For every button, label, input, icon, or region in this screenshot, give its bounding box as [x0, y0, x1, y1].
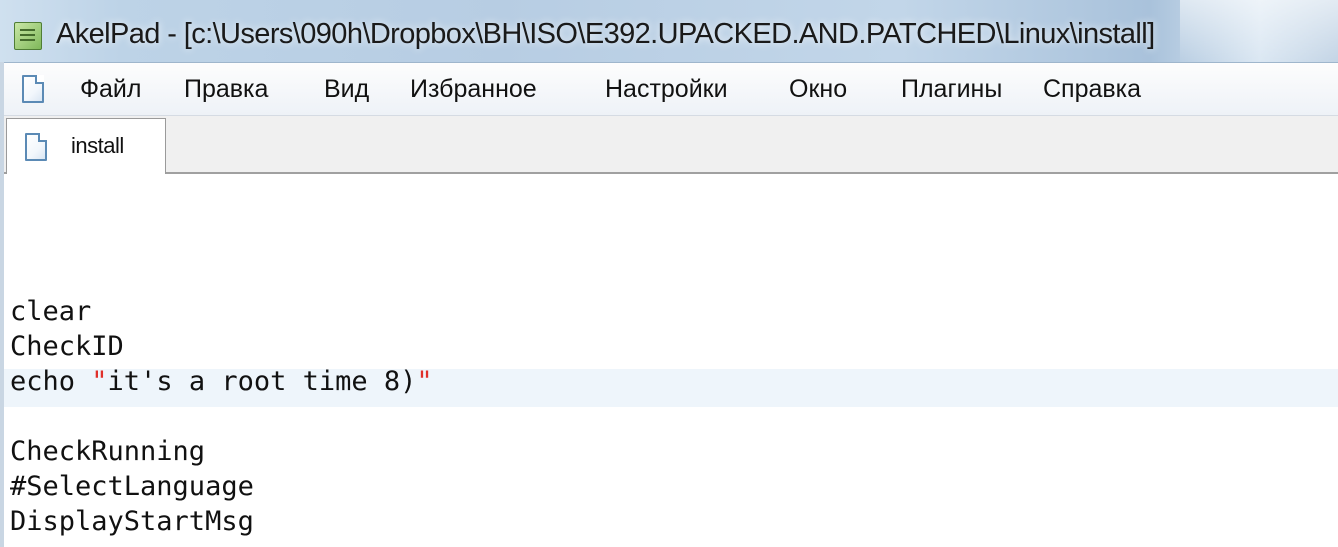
code-line: CheckRunning	[10, 436, 206, 467]
title-bar[interactable]: AkelPad - [c:\Users\090h\Dropbox\BH\ISO\…	[0, 0, 1338, 63]
menu-window[interactable]: Окно	[789, 74, 847, 104]
code-line: CheckID	[10, 331, 124, 362]
document-icon	[25, 133, 47, 161]
string-quote-open: "	[91, 366, 108, 397]
tab-label: install	[71, 133, 124, 158]
menu-file[interactable]: Файл	[80, 74, 141, 104]
code-line: DisplayStartMsg	[10, 506, 254, 537]
window-left-border	[0, 62, 4, 547]
tab-install[interactable]: install	[6, 118, 166, 174]
code-line-current: echo "it's a root time 8)"	[10, 364, 433, 399]
code-line: #SelectLanguage	[10, 471, 254, 502]
menu-plugins[interactable]: Плагины	[901, 74, 1002, 104]
menu-settings[interactable]: Настройки	[605, 74, 728, 104]
window-title: AkelPad - [c:\Users\090h\Dropbox\BH\ISO\…	[56, 18, 1155, 50]
string-literal: it's a root time 8)	[107, 366, 417, 397]
tab-strip: install	[0, 116, 1338, 174]
menu-favorites[interactable]: Избранное	[410, 74, 537, 104]
code-line: clear	[10, 296, 92, 327]
akelpad-window: AkelPad - [c:\Users\090h\Dropbox\BH\ISO\…	[0, 0, 1338, 547]
menu-bar: Файл Правка Вид Избранное Настройки Окно…	[0, 63, 1338, 116]
code-command: echo	[10, 366, 92, 397]
menu-view[interactable]: Вид	[324, 74, 369, 104]
editor-area[interactable]: clear CheckID echo "it's a root time 8)"…	[0, 174, 1338, 547]
akelpad-app-icon[interactable]	[14, 22, 42, 50]
menu-edit[interactable]: Правка	[184, 74, 268, 104]
string-quote-close: "	[416, 366, 433, 397]
menu-help[interactable]: Справка	[1043, 74, 1141, 104]
document-icon[interactable]	[22, 75, 44, 103]
